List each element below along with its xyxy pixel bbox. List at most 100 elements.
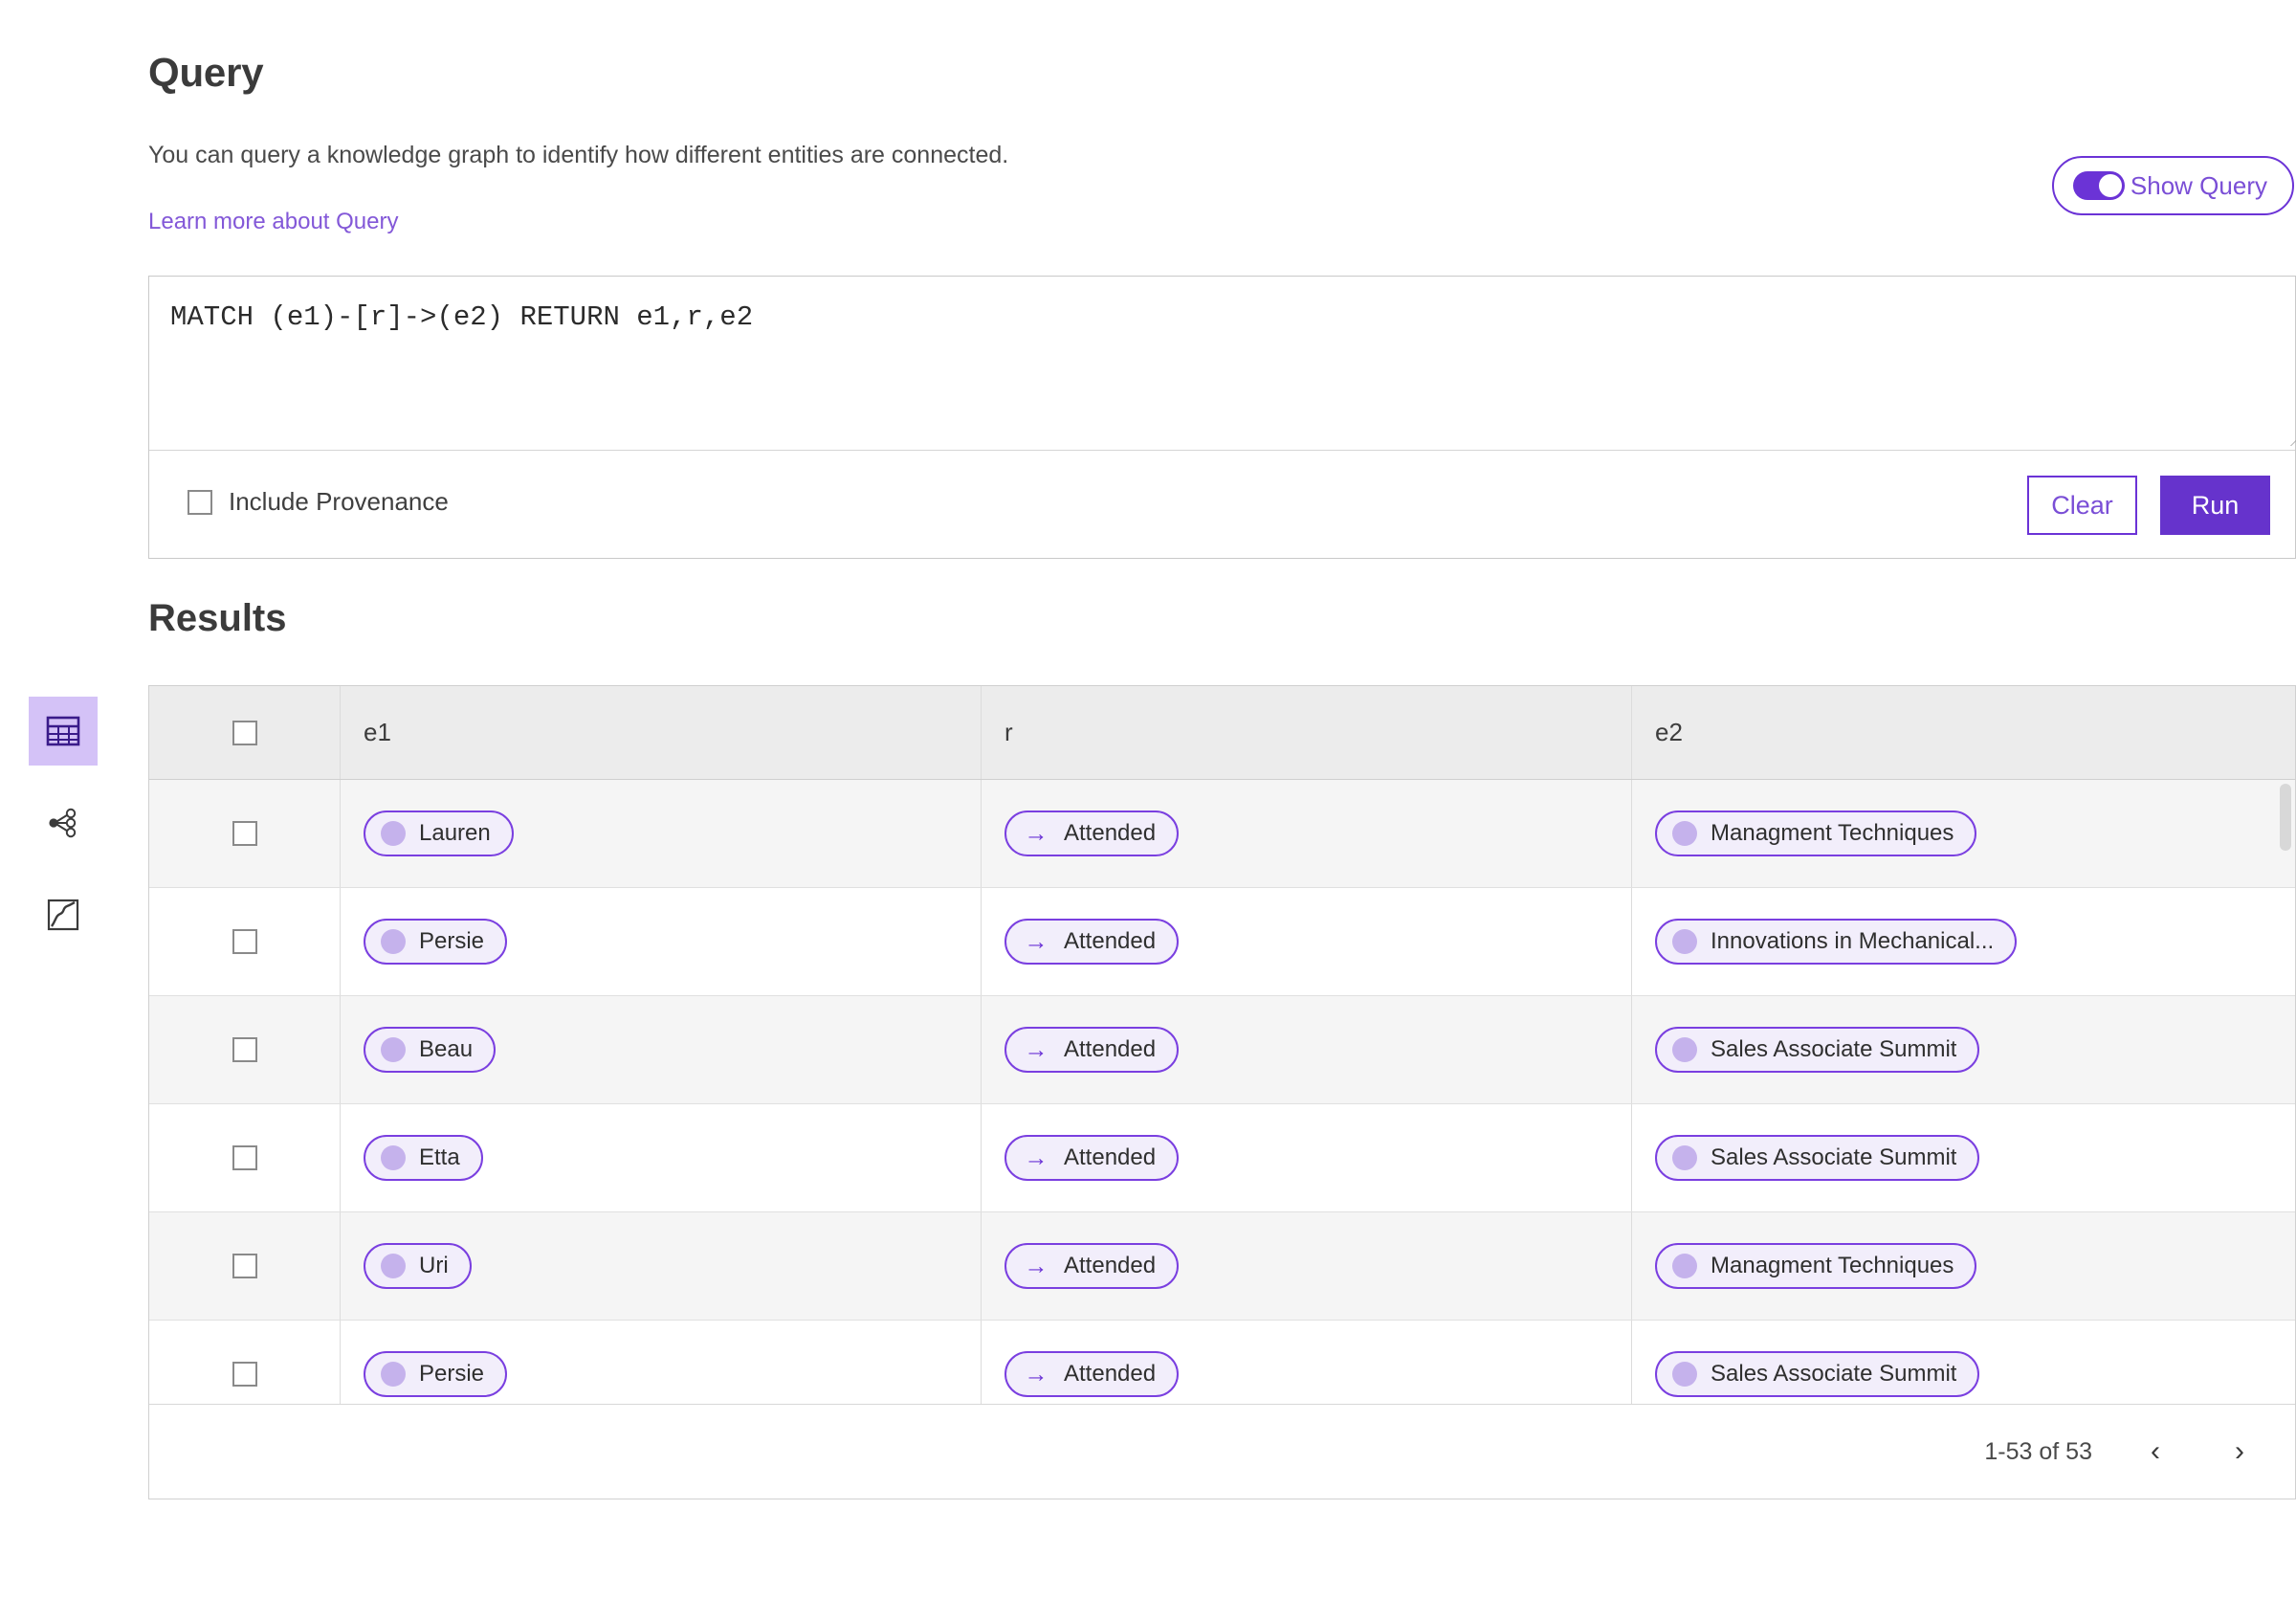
relation-chip-label: Attended	[1064, 928, 1157, 954]
show-query-toggle[interactable]: Show Query	[2051, 156, 2294, 215]
cell-e1: Persie	[341, 888, 982, 995]
table-row[interactable]: Uri → Attended Managment Techniques	[149, 1212, 2295, 1321]
entity-chip-label: Managment Techniques	[1711, 820, 1954, 846]
include-provenance-row[interactable]: Include Provenance	[188, 487, 449, 517]
table-header-row: e1 r e2	[149, 686, 2295, 780]
entity-dot-icon	[1672, 1254, 1697, 1278]
toggle-knob	[2098, 174, 2122, 197]
entity-dot-icon	[381, 1362, 406, 1387]
row-checkbox[interactable]	[232, 821, 257, 846]
include-provenance-checkbox[interactable]	[188, 489, 212, 515]
next-page-button[interactable]: ›	[2219, 1431, 2261, 1473]
table-icon	[46, 715, 80, 747]
entity-chip[interactable]: Persie	[364, 1351, 508, 1397]
sidebar-item-map-view[interactable]	[29, 880, 98, 949]
entity-chip[interactable]: Managment Techniques	[1655, 811, 1977, 856]
relation-chip[interactable]: → Attended	[1004, 1351, 1180, 1397]
entity-dot-icon	[381, 929, 406, 954]
scrollbar-thumb[interactable]	[2280, 784, 2291, 851]
entity-chip[interactable]: Managment Techniques	[1655, 1243, 1977, 1289]
cell-e2: Managment Techniques	[1632, 780, 2295, 887]
sidebar-item-graph-view[interactable]	[29, 788, 98, 857]
row-checkbox[interactable]	[232, 1145, 257, 1170]
relation-chip-label: Attended	[1064, 1361, 1157, 1387]
entity-dot-icon	[381, 1145, 406, 1170]
entity-chip-label: Persie	[419, 1361, 485, 1387]
row-select-cell	[149, 996, 341, 1103]
select-all-checkbox[interactable]	[232, 720, 257, 745]
relation-chip[interactable]: → Attended	[1004, 1135, 1180, 1181]
run-button[interactable]: Run	[2160, 476, 2270, 535]
cell-e1: Lauren	[341, 780, 982, 887]
table-row[interactable]: Lauren → Attended Managment Techniques	[149, 780, 2295, 888]
pagination-range: 1-53 of 53	[1984, 1437, 2092, 1465]
entity-chip-label: Sales Associate Summit	[1711, 1144, 1957, 1170]
entity-dot-icon	[381, 821, 406, 846]
entity-chip[interactable]: Innovations in Mechanical...	[1655, 919, 2018, 965]
entity-chip-label: Innovations in Mechanical...	[1711, 928, 1995, 954]
query-footer: Include Provenance Clear Run	[149, 451, 2295, 559]
header-cell-r[interactable]: r	[982, 686, 1632, 779]
page-subtitle: You can query a knowledge graph to ident…	[148, 142, 1009, 168]
relation-chip[interactable]: → Attended	[1004, 1027, 1180, 1073]
sidebar-item-table-view[interactable]	[29, 697, 98, 766]
cell-r: → Attended	[982, 888, 1632, 995]
row-select-cell	[149, 780, 341, 887]
show-query-label: Show Query	[2130, 170, 2267, 200]
header-cell-e2[interactable]: e2	[1632, 686, 2295, 779]
entity-chip-label: Persie	[419, 928, 485, 954]
cell-r: → Attended	[982, 1212, 1632, 1320]
relation-chip[interactable]: → Attended	[1004, 919, 1180, 965]
row-select-cell	[149, 1104, 341, 1211]
entity-chip[interactable]: Sales Associate Summit	[1655, 1351, 1980, 1397]
entity-chip[interactable]: Etta	[364, 1135, 483, 1181]
query-input[interactable]: MATCH (e1)-[r]->(e2) RETURN e1,r,e2	[149, 277, 2295, 451]
arrow-right-icon: →	[1024, 1035, 1049, 1063]
entity-chip[interactable]: Persie	[364, 919, 508, 965]
cell-r: → Attended	[982, 780, 1632, 887]
relation-chip-label: Attended	[1064, 820, 1157, 846]
entity-dot-icon	[381, 1254, 406, 1278]
entity-dot-icon	[1672, 1362, 1697, 1387]
row-checkbox[interactable]	[232, 1037, 257, 1062]
entity-dot-icon	[1672, 929, 1697, 954]
header-cell-e1[interactable]: e1	[341, 686, 982, 779]
cell-e1: Beau	[341, 996, 982, 1103]
arrow-right-icon: →	[1024, 819, 1049, 847]
entity-chip[interactable]: Beau	[364, 1027, 497, 1073]
learn-more-link[interactable]: Learn more about Query	[148, 209, 398, 235]
table-row[interactable]: Persie → Attended Innovations in Mechani…	[149, 888, 2295, 996]
table-vertical-scrollbar[interactable]	[2280, 784, 2291, 1496]
page-title: Query	[148, 50, 264, 95]
relation-chip[interactable]: → Attended	[1004, 1243, 1180, 1289]
row-checkbox[interactable]	[232, 929, 257, 954]
entity-chip[interactable]: Uri	[364, 1243, 472, 1289]
entity-chip[interactable]: Sales Associate Summit	[1655, 1135, 1980, 1181]
entity-chip[interactable]: Lauren	[364, 811, 514, 856]
relation-chip[interactable]: → Attended	[1004, 811, 1180, 856]
cell-e2: Managment Techniques	[1632, 1212, 2295, 1320]
arrow-right-icon: →	[1024, 1144, 1049, 1171]
row-checkbox[interactable]	[232, 1362, 257, 1387]
results-table: e1 r e2 Lauren → Attended Managment Tech…	[148, 685, 2296, 1499]
column-label-e2: e2	[1655, 718, 1683, 746]
entity-chip-label: Uri	[419, 1253, 449, 1278]
previous-page-button[interactable]: ‹	[2134, 1431, 2176, 1473]
cell-e1: Etta	[341, 1104, 982, 1211]
cell-e2: Sales Associate Summit	[1632, 1104, 2295, 1211]
table-row[interactable]: Etta → Attended Sales Associate Summit	[149, 1104, 2295, 1212]
entity-chip-label: Sales Associate Summit	[1711, 1036, 1957, 1062]
arrow-right-icon: →	[1024, 1252, 1049, 1279]
entity-chip[interactable]: Sales Associate Summit	[1655, 1027, 1980, 1073]
arrow-right-icon: →	[1024, 1360, 1049, 1388]
table-row[interactable]: Beau → Attended Sales Associate Summit	[149, 996, 2295, 1104]
query-text: MATCH (e1)-[r]->(e2) RETURN e1,r,e2	[170, 301, 754, 333]
resize-handle[interactable]	[2277, 432, 2292, 447]
row-checkbox[interactable]	[232, 1254, 257, 1278]
toggle-switch[interactable]	[2072, 171, 2125, 200]
table-footer: 1-53 of 53 ‹ ›	[149, 1404, 2295, 1499]
graph-network-icon	[46, 807, 80, 839]
arrow-right-icon: →	[1024, 927, 1049, 955]
clear-button[interactable]: Clear	[2027, 476, 2137, 535]
relation-chip-label: Attended	[1064, 1144, 1157, 1170]
